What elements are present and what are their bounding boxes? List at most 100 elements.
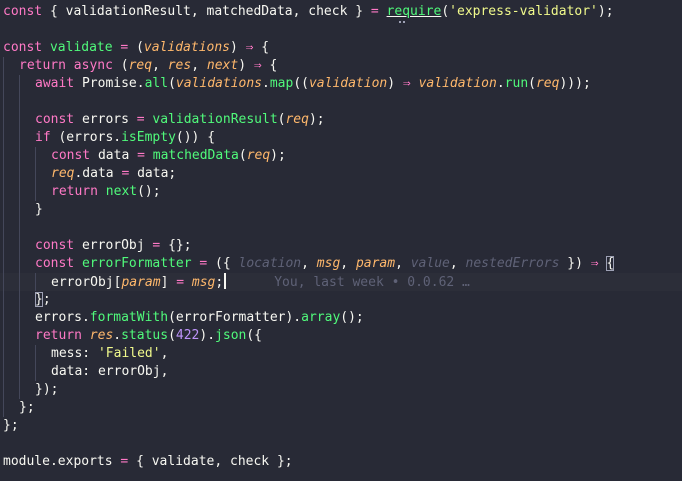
code-token: ()) { (175, 130, 216, 145)
suggestion-hint-marker[interactable] (399, 19, 405, 23)
code-token: return (19, 58, 66, 73)
code-token: errorObj[ (51, 275, 122, 290)
indent-guide (19, 363, 20, 381)
code-token: }; (3, 418, 19, 433)
code-token: req (535, 76, 560, 91)
code-token: status (121, 328, 169, 343)
indent-guide (35, 183, 36, 201)
code-editor[interactable]: const { validationResult, matchedData, c… (0, 0, 682, 481)
code-token: ); (308, 112, 325, 127)
code-token: ({ (246, 328, 263, 343)
code-line-current[interactable]: errorObj[param] = msg; You, last week • 0… (0, 273, 682, 291)
indent-guide (35, 165, 36, 183)
code-token: , (292, 4, 309, 19)
git-blame-annotation[interactable]: You, last week • 0.0.62 … (274, 275, 470, 290)
code-token: { (606, 256, 615, 271)
code-token: if (35, 130, 51, 145)
code-token: run (504, 76, 529, 91)
code-token: 422 (175, 328, 200, 343)
code-token: next (206, 58, 239, 73)
code-line[interactable] (0, 21, 682, 39)
code-token: errors (74, 112, 137, 127)
indent-guide (19, 93, 20, 111)
code-token: (( (293, 76, 309, 91)
code-text: return async (req, res, next) ⇒ { (19, 57, 277, 75)
code-token: isEmpty (121, 130, 176, 145)
code-token: param (121, 275, 161, 290)
code-line[interactable]: mess: 'Failed', (0, 345, 682, 363)
code-token: = (176, 275, 185, 290)
code-token: ) (387, 76, 403, 91)
code-token: , (160, 346, 169, 361)
code-line[interactable]: } (0, 201, 682, 219)
code-line[interactable]: module.exports = { validate, check }; (0, 453, 682, 471)
code-line[interactable]: data: errorObj, (0, 363, 682, 381)
code-token: ); (597, 4, 614, 19)
code-line[interactable]: req.data = data; (0, 165, 682, 183)
code-text: req.data = data; (51, 165, 176, 183)
code-text: module.exports = { validate, check }; (3, 453, 293, 471)
code-token: nestedErrors (465, 256, 560, 271)
code-line[interactable] (0, 219, 682, 237)
code-line[interactable]: if (errors.isEmpty()) { (0, 129, 682, 147)
code-token: , (301, 256, 317, 271)
code-line[interactable]: const data = matchedData(req); (0, 147, 682, 165)
indent-guide (3, 165, 4, 183)
code-text: const { validationResult, matchedData, c… (3, 3, 614, 21)
code-text: return next(); (51, 183, 161, 201)
code-token: , (449, 256, 466, 271)
code-line[interactable] (0, 93, 682, 111)
indent-guide (3, 363, 4, 381)
code-token: msg (316, 256, 341, 271)
code-text: }; (3, 417, 19, 435)
code-token: ( (128, 40, 144, 55)
code-line[interactable]: const errorFormatter = ({ location, msg,… (0, 255, 682, 273)
code-line[interactable]: const errors = validationResult(req); (0, 111, 682, 129)
indent-guide (35, 345, 36, 363)
code-line[interactable]: errors.formatWith(errorFormatter).array(… (0, 309, 682, 327)
code-text: await Promise.all(validations.map((valid… (35, 75, 591, 93)
code-line[interactable]: const validate = (validations) ⇒ { (0, 39, 682, 57)
code-line[interactable]: }; (0, 291, 682, 309)
code-text: errors.formatWith(errorFormatter).array(… (35, 309, 364, 327)
code-token: { (261, 58, 278, 73)
code-token: = (136, 112, 145, 127)
code-token: validate (49, 40, 113, 55)
code-token: validations (143, 40, 230, 55)
code-line[interactable]: }; (0, 417, 682, 435)
code-token: (); (340, 310, 364, 325)
code-token: ) (230, 40, 246, 55)
code-line[interactable]: return next(); (0, 183, 682, 201)
code-text: mess: 'Failed', (51, 345, 168, 363)
code-token: res (89, 328, 114, 343)
code-token: ( (238, 148, 247, 163)
code-line[interactable]: return res.status(422).json({ (0, 327, 682, 345)
indent-guide (3, 183, 4, 201)
code-line[interactable]: }; (0, 399, 682, 417)
code-token: require (386, 4, 442, 19)
code-token: ); (270, 148, 286, 163)
code-token: validationResult (152, 112, 278, 127)
code-line[interactable]: return async (req, res, next) ⇒ { (0, 57, 682, 75)
code-line[interactable] (0, 435, 682, 453)
code-token: , (395, 256, 411, 271)
code-token: . (49, 454, 58, 469)
code-line[interactable]: const errorObj = {}; (0, 237, 682, 255)
code-token: check (308, 4, 348, 19)
code-token: req (285, 112, 309, 127)
code-text: const data = matchedData(req); (51, 147, 286, 165)
code-token: { validate, check }; (128, 454, 293, 469)
indent-guide (19, 345, 20, 363)
code-token: return (51, 184, 98, 199)
code-line[interactable]: }); (0, 381, 682, 399)
code-token: await (35, 76, 75, 91)
code-line[interactable]: await Promise.all(validations.map((valid… (0, 75, 682, 93)
code-token: ( (168, 76, 176, 91)
code-text: const validate = (validations) ⇒ { (3, 39, 269, 57)
code-token: = (370, 4, 379, 19)
code-text: }); (35, 381, 58, 399)
code-token: ))); (559, 76, 591, 91)
code-line[interactable]: const { validationResult, matchedData, c… (0, 3, 682, 21)
